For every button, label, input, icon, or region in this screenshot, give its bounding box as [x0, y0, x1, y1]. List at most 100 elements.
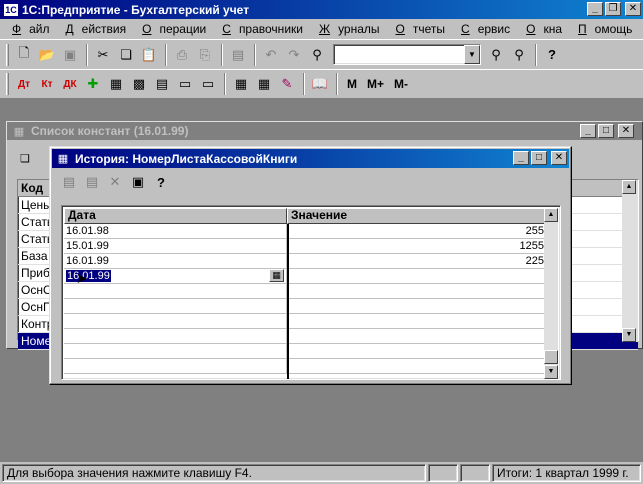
credit-icon[interactable]: Кт [36, 73, 58, 95]
date-cell[interactable]: 15.01.99 [64, 239, 287, 253]
menu-journals[interactable]: Журналы [311, 22, 388, 36]
constants-close-button[interactable]: ✕ [618, 124, 634, 138]
mark-icon[interactable]: ✚ [82, 73, 104, 95]
constants-minimize-button[interactable]: _ [580, 124, 596, 138]
table-row [64, 284, 546, 299]
search-combo-text[interactable] [334, 45, 464, 64]
menu-references[interactable]: Справочники [214, 22, 311, 36]
table-row-editing[interactable]: 16.01.99 ▦ [64, 269, 546, 284]
redo-icon[interactable]: ↷ [283, 44, 305, 66]
window-icon: ▦ [13, 125, 25, 138]
status-bar: Для выбора значения нажмите клавишу F4. … [0, 462, 643, 484]
memory-minus-button[interactable]: M- [389, 77, 413, 91]
value-cell[interactable] [287, 269, 546, 283]
checker-icon[interactable]: ▩ [128, 73, 150, 95]
scroll-thumb[interactable] [544, 350, 558, 364]
memory-plus-button[interactable]: M+ [362, 77, 389, 91]
edit-row-icon[interactable]: ▤ [81, 171, 103, 193]
table-row[interactable]: 15.01.99 1255 [64, 239, 546, 254]
date-cell-editor[interactable]: 16.01.99 ▦ [64, 269, 287, 283]
copy-icon[interactable]: ❏ [115, 44, 137, 66]
toolbar-grip[interactable] [6, 43, 9, 66]
column-header-date[interactable]: Дата [64, 208, 287, 224]
history-minimize-button[interactable]: _ [513, 151, 529, 165]
help-question-icon[interactable]: ? [541, 44, 563, 66]
copy-icon[interactable]: ❏ [17, 150, 33, 166]
new-row-icon[interactable]: ▤ [58, 171, 80, 193]
date-cell[interactable]: 16.01.99 [64, 254, 287, 268]
open-folder-icon[interactable]: 📂 [36, 44, 58, 66]
constants-scrollbar[interactable]: ▲ ▼ [622, 180, 638, 342]
table-row [64, 359, 546, 374]
chevron-down-icon[interactable]: ▼ [464, 45, 480, 64]
close-button[interactable]: ✕ [625, 2, 641, 16]
value-cell[interactable]: 255 [287, 224, 546, 238]
help-question-icon[interactable]: ? [150, 171, 172, 193]
find-binoculars-icon[interactable]: ⚲ [306, 44, 328, 66]
debit-credit-icon[interactable]: ДК [59, 73, 81, 95]
value-cell[interactable]: 1255 [287, 239, 546, 253]
menu-help[interactable]: Помощь [570, 22, 640, 36]
tools-icon[interactable]: ✎ [276, 73, 298, 95]
history-title: История: НомерЛистаКассовойКниги [75, 151, 298, 166]
history-close-button[interactable]: ✕ [551, 151, 567, 165]
constants-maximize-button[interactable]: □ [598, 124, 614, 138]
print-icon[interactable]: ⎙ [171, 44, 193, 66]
status-indicator-2 [460, 464, 490, 482]
properties-icon[interactable]: ▤ [227, 44, 249, 66]
debit-icon[interactable]: Дт [13, 73, 35, 95]
calculator-icon[interactable]: ▦ [230, 73, 252, 95]
status-hint: Для выбора значения нажмите клавишу F4. [2, 464, 426, 482]
table-row [64, 344, 546, 359]
toolbar-grip[interactable] [6, 73, 9, 95]
date-input[interactable]: 16.01.99 [66, 270, 111, 282]
search-combo[interactable]: ▼ [333, 44, 481, 65]
status-period: Итоги: 1 квартал 1999 г. [492, 464, 641, 482]
restore-button[interactable]: ❐ [605, 2, 621, 16]
history-toolbar: ▤ ▤ ✕ ▣ ? [50, 170, 571, 194]
paste-icon[interactable]: 📋 [138, 44, 160, 66]
table-icon[interactable]: ▤ [151, 73, 173, 95]
column-header-value[interactable]: Значение [287, 208, 546, 224]
scroll-up-icon[interactable]: ▲ [544, 208, 558, 222]
table-row [64, 299, 546, 314]
menu-windows[interactable]: Окна [518, 22, 570, 36]
document-toolbar: Дт Кт ДК ✚ ▦ ▩ ▤ ▭ ▭ ▦ ▦ ✎ 📖 M M+ M- [0, 69, 643, 99]
menu-actions[interactable]: Действия [58, 22, 135, 36]
find-prev-icon[interactable]: ⚲ [508, 44, 530, 66]
menu-service[interactable]: Сервис [453, 22, 518, 36]
print-preview-icon[interactable]: ⎘ [194, 44, 216, 66]
table-row[interactable]: 16.01.98 255 [64, 224, 546, 239]
form-icon[interactable]: ▭ [174, 73, 196, 95]
window-icon: ▦ [57, 153, 69, 165]
calendar-icon[interactable]: ▦ [253, 73, 275, 95]
history-scrollbar[interactable]: ▲ ▼ [544, 208, 558, 379]
table-row[interactable]: 16.01.99 225 [64, 254, 546, 269]
menu-reports[interactable]: Отчеты [388, 22, 454, 36]
memory-button[interactable]: M [342, 77, 362, 91]
save-icon[interactable]: ▣ [59, 44, 81, 66]
scroll-down-icon[interactable]: ▼ [544, 365, 558, 379]
history-grid: Дата Значение 16.01.98 255 15.01.99 1255… [61, 205, 561, 380]
form-alt-icon[interactable]: ▭ [197, 73, 219, 95]
cut-icon[interactable]: ✂ [92, 44, 114, 66]
calendar-icon[interactable]: ▦ [269, 269, 284, 282]
grid-icon[interactable]: ▦ [105, 73, 127, 95]
history-maximize-button[interactable]: □ [531, 151, 547, 165]
value-cell[interactable]: 225 [287, 254, 546, 268]
undo-icon[interactable]: ↶ [260, 44, 282, 66]
find-next-icon[interactable]: ⚲ [485, 44, 507, 66]
scroll-down-icon[interactable]: ▼ [622, 328, 636, 342]
scroll-up-icon[interactable]: ▲ [622, 180, 636, 194]
delete-row-icon[interactable]: ✕ [104, 171, 126, 193]
date-cell[interactable]: 16.01.98 [64, 224, 287, 238]
new-document-icon[interactable]: 🗋 [13, 44, 35, 66]
minimize-button[interactable]: _ [587, 2, 603, 16]
menu-operations[interactable]: Операции [134, 22, 214, 36]
save-row-icon[interactable]: ▣ [127, 171, 149, 193]
constants-title-bar: ▦ Список констант (16.01.99) _ □ ✕ [7, 122, 642, 140]
history-window: ▦ История: НомерЛистаКассовойКниги _ □ ✕… [49, 146, 572, 385]
book-icon[interactable]: 📖 [309, 73, 331, 95]
history-title-bar: ▦ История: НомерЛистаКассовойКниги _ □ ✕ [52, 149, 569, 168]
menu-file[interactable]: Файл [4, 22, 58, 36]
